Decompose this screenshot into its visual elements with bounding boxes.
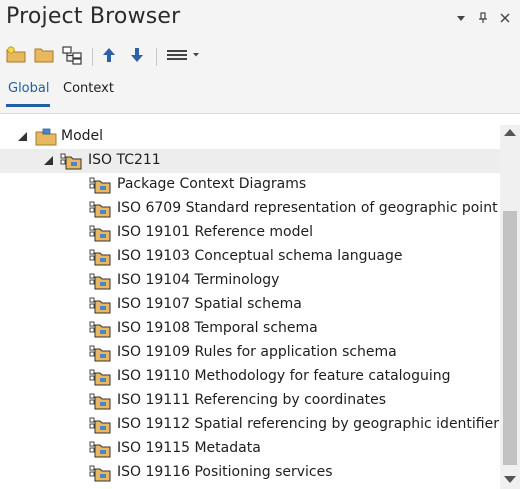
tree-node-iso-6709[interactable]: ISO 6709 Standard representation of geog…: [0, 197, 500, 221]
tree-node-iso-19116[interactable]: ISO 19116 Positioning services: [0, 461, 500, 485]
expand-toggle-icon[interactable]: [44, 156, 53, 165]
package-icon: [89, 463, 111, 483]
tree-node-iso-19110[interactable]: ISO 19110 Methodology for feature catalo…: [0, 365, 500, 389]
package-icon: [89, 295, 111, 315]
tree-node-iso-19112[interactable]: ISO 19112 Spatial referencing by geograp…: [0, 413, 500, 437]
package-icon: [89, 415, 111, 435]
tab-global[interactable]: Global: [8, 81, 49, 96]
package-icon: [89, 319, 111, 339]
tree-node-label: ISO 6709 Standard representation of geog…: [117, 200, 500, 216]
expand-toggle-icon[interactable]: [18, 132, 27, 141]
tree-node-label: ISO 19115 Metadata: [117, 440, 261, 456]
menu-button[interactable]: [164, 46, 206, 68]
package-icon: [89, 175, 111, 195]
project-tree: Model ISO TC211 Package Context Diagrams…: [0, 125, 500, 489]
new-package-button[interactable]: [5, 46, 27, 68]
tree-node-label: ISO 19110 Methodology for feature catalo…: [117, 368, 451, 384]
diagram-icon: [61, 45, 83, 69]
tree-node-label: ISO 19111 Referencing by coordinates: [117, 392, 387, 408]
window-title: Project Browser: [6, 4, 181, 29]
tree-node-label: ISO 19107 Spatial schema: [117, 296, 302, 312]
vertical-scrollbar[interactable]: [500, 125, 520, 489]
package-icon: [60, 151, 82, 171]
open-folder-button[interactable]: [33, 46, 55, 68]
new-diagram-button[interactable]: [61, 46, 83, 68]
new-package-icon: [5, 45, 27, 69]
dropdown-arrow-icon[interactable]: [454, 12, 468, 26]
package-icon: [89, 343, 111, 363]
move-up-button[interactable]: [98, 46, 120, 68]
tree-node-label: ISO 19108 Temporal schema: [117, 320, 318, 336]
package-icon: [89, 367, 111, 387]
package-icon: [89, 247, 111, 267]
scrollbar-thumb[interactable]: [503, 211, 517, 465]
tree-node-iso-19104[interactable]: ISO 19104 Terminology: [0, 269, 500, 293]
model-root-icon: [35, 127, 57, 147]
tree-node-package-context-diagrams[interactable]: Package Context Diagrams: [0, 173, 500, 197]
tree-node-iso-19115[interactable]: ISO 19115 Metadata: [0, 437, 500, 461]
tree-node-label: ISO 19103 Conceptual schema language: [117, 248, 403, 264]
pin-icon[interactable]: [476, 12, 490, 26]
toolbar: [0, 40, 520, 74]
tree-node-label: Model: [61, 128, 104, 144]
tree-node-iso-19103[interactable]: ISO 19103 Conceptual schema language: [0, 245, 500, 269]
hamburger-menu-icon: [165, 47, 205, 67]
tree-node-label: ISO TC211: [88, 152, 161, 168]
scroll-up-icon[interactable]: [504, 129, 516, 136]
tree-node-label: ISO 19109 Rules for application schema: [117, 344, 397, 360]
package-icon: [89, 271, 111, 291]
tree-node-iso-19107[interactable]: ISO 19107 Spatial schema: [0, 293, 500, 317]
package-icon: [89, 439, 111, 459]
package-icon: [89, 391, 111, 411]
tree-node-label: Package Context Diagrams: [117, 176, 307, 192]
tab-context[interactable]: Context: [63, 81, 114, 96]
tree-node-iso-19111[interactable]: ISO 19111 Referencing by coordinates: [0, 389, 500, 413]
scroll-down-icon[interactable]: [504, 476, 516, 483]
toolbar-separator: [92, 48, 93, 66]
arrow-up-icon: [102, 47, 116, 67]
tab-strip: Global Context: [0, 74, 520, 114]
tree-node-iso-19108[interactable]: ISO 19108 Temporal schema: [0, 317, 500, 341]
active-tab-indicator: [6, 104, 50, 107]
tree-node-iso-tc211[interactable]: ISO TC211: [0, 149, 500, 173]
tree-node-label: ISO 19116 Positioning services: [117, 464, 333, 480]
tree-node-iso-19101[interactable]: ISO 19101 Reference model: [0, 221, 500, 245]
arrow-down-icon: [130, 47, 144, 67]
package-icon: [89, 199, 111, 219]
tree-node-label: ISO 19101 Reference model: [117, 224, 314, 240]
tree-node-label: ISO 19104 Terminology: [117, 272, 280, 288]
tree-node-label: ISO 19112 Spatial referencing by geograp…: [117, 416, 499, 432]
tree-node-iso-19109[interactable]: ISO 19109 Rules for application schema: [0, 341, 500, 365]
folder-icon: [33, 45, 55, 69]
title-bar: Project Browser: [0, 0, 520, 40]
toolbar-separator: [156, 48, 157, 66]
move-down-button[interactable]: [126, 46, 148, 68]
package-icon: [89, 223, 111, 243]
tree-node-model[interactable]: Model: [0, 125, 500, 149]
close-icon[interactable]: [498, 12, 512, 26]
